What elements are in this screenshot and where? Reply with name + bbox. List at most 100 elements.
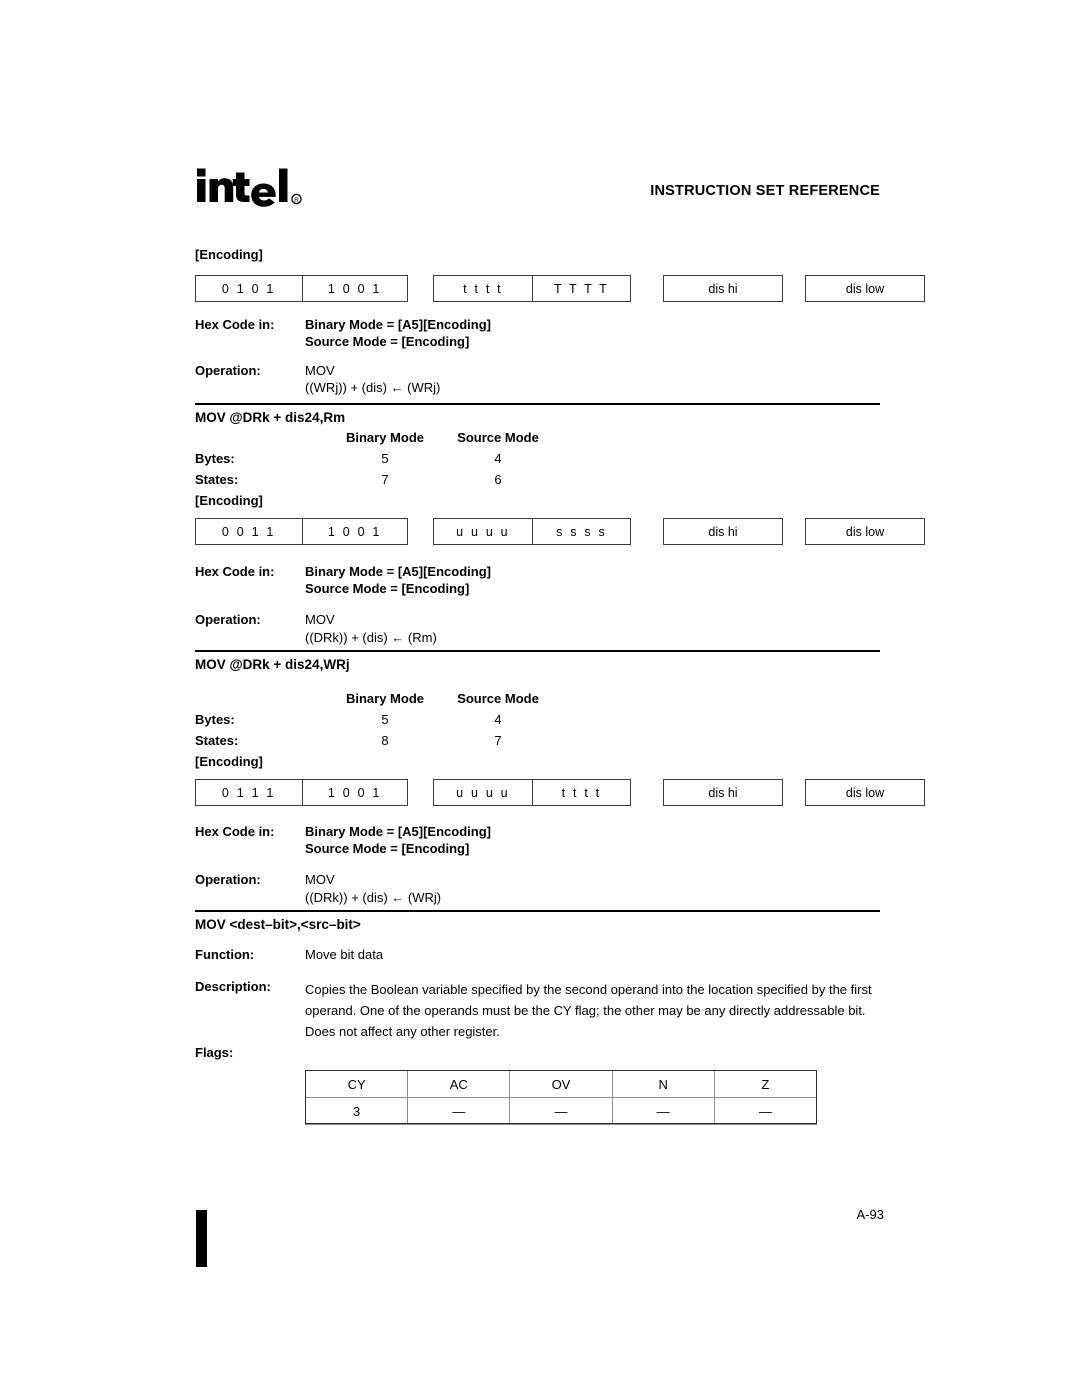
flags-header-cell: CY — [304, 1070, 409, 1098]
bytes-binary-3: 5 — [381, 712, 389, 727]
flags-header-row: CY AC OV N Z — [304, 1070, 818, 1098]
states-binary-2: 7 — [381, 472, 389, 487]
bytes-label-3: Bytes: — [195, 712, 235, 727]
source-mode-header-3: Source Mode — [457, 691, 539, 706]
encoding-group-dis-low-3: dis low — [805, 779, 925, 806]
function-label: Function: — [195, 947, 255, 962]
flags-header-cell: Z — [713, 1070, 818, 1098]
document-page: R INSTRUCTION SET REFERENCE [Encoding] 0… — [0, 0, 1080, 1397]
encoding-row-3: 0 1 1 1 1 0 0 1 u u u u t t t t dis hi d… — [195, 779, 925, 806]
description-label: Description: — [195, 979, 271, 994]
operation-name-1: MOV — [305, 363, 335, 378]
encoding-cell: dis hi — [708, 281, 738, 296]
flags-value-cell: 3 — [304, 1097, 409, 1125]
function-value: Move bit data — [305, 947, 384, 962]
encoding-group-dis-hi-1: dis hi — [663, 275, 783, 302]
encoding-cell: dis low — [845, 524, 885, 539]
intel-logo-icon: R — [195, 165, 315, 213]
states-source-2: 6 — [494, 472, 502, 487]
hex-code-source-1: Source Mode = [Encoding] — [305, 334, 470, 349]
operation-label-3: Operation: — [195, 872, 261, 887]
hex-code-binary-1: Binary Mode = [A5][Encoding] — [305, 317, 491, 332]
encoding-cell: dis hi — [708, 785, 738, 800]
encoding-cell: 1 0 0 1 — [301, 519, 408, 544]
flags-value-cell: — — [611, 1097, 715, 1125]
section-divider-1 — [195, 403, 880, 405]
flags-value-cell: — — [713, 1097, 818, 1125]
states-binary-3: 8 — [381, 733, 389, 748]
encoding-cell: t t t t — [532, 780, 630, 805]
encoding-cell: u u u u — [456, 785, 510, 800]
page-header: R INSTRUCTION SET REFERENCE — [195, 165, 880, 215]
bytes-label-2: Bytes: — [195, 451, 235, 466]
description-text: Copies the Boolean variable specified by… — [305, 982, 872, 1039]
hex-code-binary-2: Binary Mode = [A5][Encoding] — [305, 564, 491, 579]
operation-label-1: Operation: — [195, 363, 261, 378]
section-divider-2 — [195, 650, 880, 652]
page-number: A-93 — [856, 1207, 884, 1222]
hex-code-label-2: Hex Code in: — [195, 564, 275, 579]
operation-name-3: MOV — [305, 872, 335, 887]
flags-table: CY AC OV N Z 3 — — — — — [304, 1070, 818, 1125]
encoding-label-1: [Encoding] — [195, 247, 263, 262]
encoding-group-operands-1: t t t t T T T T — [433, 275, 631, 302]
encoding-group-dis-hi-2: dis hi — [663, 518, 783, 545]
bit-instruction-heading: MOV <dest–bit>,<src–bit> — [195, 917, 361, 932]
encoding-row-1: 0 1 0 1 1 0 0 1 t t t t T T T T dis hi d… — [195, 275, 925, 302]
binary-mode-header-2: Binary Mode — [345, 430, 424, 445]
encoding-cell: dis low — [845, 785, 885, 800]
change-bar-marker — [196, 1210, 207, 1267]
flags-header-cell: OV — [509, 1070, 613, 1098]
states-label-3: States: — [195, 733, 239, 748]
flags-value-cell: — — [509, 1097, 613, 1125]
encoding-label-3: [Encoding] — [195, 754, 263, 769]
source-mode-header-2: Source Mode — [457, 430, 539, 445]
encoding-cell: t t t t — [463, 281, 503, 296]
bytes-source-3: 4 — [494, 712, 502, 727]
encoding-group-dis-low-1: dis low — [805, 275, 925, 302]
encoding-cell: dis low — [845, 281, 885, 296]
encoding-cell: 0 0 1 1 — [221, 524, 276, 539]
encoding-group-opcode-1: 0 1 0 1 1 0 0 1 — [195, 275, 408, 302]
flags-header-cell: AC — [407, 1070, 511, 1098]
encoding-group-opcode-2: 0 0 1 1 1 0 0 1 — [195, 518, 408, 545]
states-source-3: 7 — [494, 733, 502, 748]
instruction-heading-2: MOV @DRk + dis24,Rm — [195, 410, 346, 425]
operation-expression-3: ((DRk)) + (dis) ← (WRj) — [305, 890, 442, 905]
section-divider-3 — [195, 910, 880, 912]
flags-value-cell: — — [407, 1097, 511, 1125]
encoding-cell: u u u u — [456, 524, 510, 539]
binary-mode-header-3: Binary Mode — [345, 691, 424, 706]
operation-label-2: Operation: — [195, 612, 261, 627]
hex-code-binary-3: Binary Mode = [A5][Encoding] — [305, 824, 491, 839]
flags-header-cell: N — [611, 1070, 715, 1098]
hex-code-source-3: Source Mode = [Encoding] — [305, 841, 470, 856]
encoding-group-operands-2: u u u u s s s s — [433, 518, 631, 545]
encoding-group-dis-low-2: dis low — [805, 518, 925, 545]
flags-label: Flags: — [195, 1045, 234, 1060]
page-title: INSTRUCTION SET REFERENCE — [650, 183, 880, 199]
encoding-row-2: 0 0 1 1 1 0 0 1 u u u u s s s s dis hi d… — [195, 518, 925, 545]
operation-expression-2: ((DRk)) + (dis) ← (Rm) — [305, 630, 437, 645]
encoding-group-opcode-3: 0 1 1 1 1 0 0 1 — [195, 779, 408, 806]
encoding-cell: 0 1 1 1 — [221, 785, 276, 800]
hex-code-label-1: Hex Code in: — [195, 317, 275, 332]
encoding-label-2: [Encoding] — [195, 493, 263, 508]
operation-name-2: MOV — [305, 612, 335, 627]
bytes-binary-2: 5 — [381, 451, 389, 466]
hex-code-label-3: Hex Code in: — [195, 824, 275, 839]
encoding-cell: 1 0 0 1 — [301, 276, 408, 301]
encoding-cell: dis hi — [708, 524, 738, 539]
instruction-heading-3: MOV @DRk + dis24,WRj — [195, 657, 350, 672]
bytes-source-2: 4 — [494, 451, 502, 466]
states-label-2: States: — [195, 472, 239, 487]
encoding-cell: s s s s — [532, 519, 630, 544]
encoding-cell: T T T T — [532, 276, 630, 301]
flags-value-row: 3 — — — — — [304, 1097, 818, 1125]
encoding-cell: 0 1 0 1 — [221, 281, 276, 296]
operation-expression-1: ((WRj)) + (dis) ← (WRj) — [305, 380, 441, 395]
encoding-group-dis-hi-3: dis hi — [663, 779, 783, 806]
svg-text:R: R — [294, 197, 299, 204]
encoding-cell: 1 0 0 1 — [301, 780, 408, 805]
encoding-group-operands-3: u u u u t t t t — [433, 779, 631, 806]
